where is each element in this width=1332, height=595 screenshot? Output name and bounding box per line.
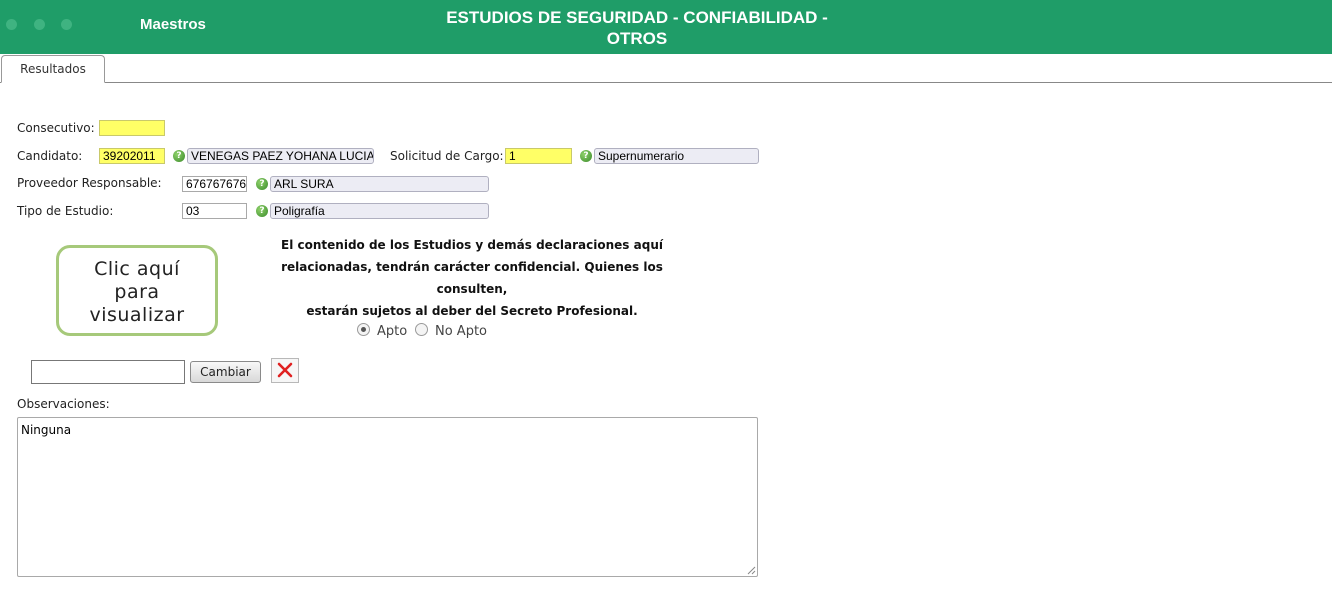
- confidentiality-notice: El contenido de los Estudios y demás dec…: [270, 234, 674, 322]
- candidato-name-field: VENEGAS PAEZ YOHANA LUCIA: [187, 148, 374, 164]
- close-icon: [277, 362, 293, 378]
- delete-file-button[interactable]: [271, 358, 299, 383]
- tab-resultados[interactable]: Resultados: [1, 55, 105, 83]
- visualize-button-line2: para: [114, 281, 160, 303]
- help-icon[interactable]: ?: [256, 205, 268, 217]
- proveedor-name-field: ARL SURA: [270, 176, 489, 192]
- app-header: Maestros ESTUDIOS DE SEGURIDAD - CONFIAB…: [0, 0, 1332, 54]
- cambiar-button[interactable]: Cambiar: [190, 361, 261, 383]
- tipo-estudio-name-field: Poligrafía: [270, 203, 489, 219]
- observaciones-label: Observaciones:: [17, 397, 110, 411]
- brand-menu[interactable]: Maestros: [140, 16, 206, 33]
- tab-divider: [0, 82, 1332, 83]
- candidato-label: Candidato:: [17, 149, 83, 163]
- notice-line1: El contenido de los Estudios y demás dec…: [281, 238, 663, 252]
- window-dot-icon: [34, 19, 45, 30]
- help-icon[interactable]: ?: [173, 150, 185, 162]
- help-icon[interactable]: ?: [256, 178, 268, 190]
- solicitud-cargo-label: Solicitud de Cargo:: [390, 149, 504, 163]
- file-input[interactable]: [31, 360, 185, 384]
- radio-apto-label[interactable]: Apto: [377, 324, 407, 339]
- consecutivo-label: Consecutivo:: [17, 121, 95, 135]
- radio-no-apto-label[interactable]: No Apto: [435, 324, 487, 339]
- proveedor-label: Proveedor Responsable:: [17, 176, 162, 190]
- radio-apto[interactable]: [357, 323, 370, 336]
- notice-line3: estarán sujetos al deber del Secreto Pro…: [306, 304, 638, 318]
- candidato-code-input[interactable]: 39202011: [99, 148, 165, 164]
- tipo-estudio-code-input[interactable]: 03: [182, 203, 247, 219]
- window-dot-icon: [61, 19, 72, 30]
- window-dot-icon: [6, 19, 17, 30]
- tipo-estudio-label: Tipo de Estudio:: [17, 204, 114, 218]
- visualize-button-line3: visualizar: [89, 304, 185, 326]
- help-icon[interactable]: ?: [580, 150, 592, 162]
- observaciones-value: Ninguna: [21, 423, 72, 437]
- visualize-button[interactable]: Clic aquí para visualizar: [56, 245, 218, 336]
- observaciones-textarea[interactable]: Ninguna: [17, 417, 758, 577]
- solicitud-cargo-code-input[interactable]: 1: [505, 148, 572, 164]
- notice-line2: relacionadas, tendrán carácter confidenc…: [281, 260, 663, 296]
- proveedor-code-input[interactable]: 676767676: [182, 176, 247, 192]
- radio-no-apto[interactable]: [415, 323, 428, 336]
- consecutivo-input[interactable]: [99, 120, 165, 136]
- resize-grip-icon[interactable]: [746, 565, 756, 575]
- page-title-line1: ESTUDIOS DE SEGURIDAD - CONFIABILIDAD -: [446, 8, 828, 27]
- page-title: ESTUDIOS DE SEGURIDAD - CONFIABILIDAD - …: [432, 7, 842, 49]
- page-title-line2: OTROS: [606, 29, 668, 48]
- solicitud-cargo-name-field: Supernumerario: [594, 148, 759, 164]
- visualize-button-line1: Clic aquí: [94, 258, 180, 280]
